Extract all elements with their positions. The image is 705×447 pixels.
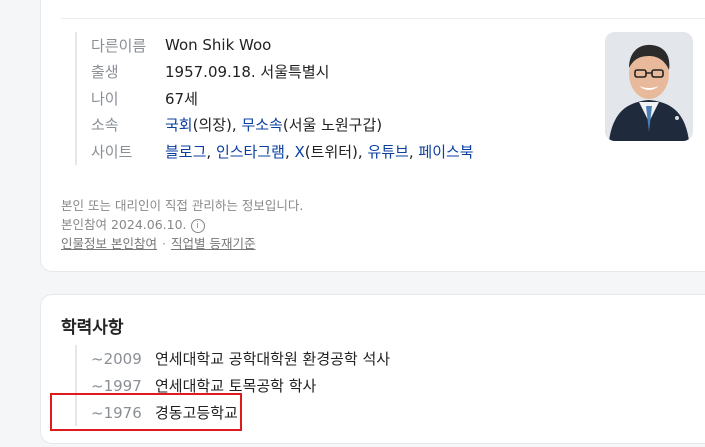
row-value: 1957.09.18. 서울특별시 bbox=[165, 63, 330, 82]
site-link-youtube[interactable]: 유튜브 bbox=[367, 143, 408, 161]
section-title: 학력사항 bbox=[61, 318, 124, 338]
note: 본인 또는 대리인이 직접 관리하는 정보입니다. 본인참여 2024.06.1… bbox=[61, 196, 303, 253]
row-label: 출생 bbox=[91, 63, 119, 82]
divider bbox=[61, 18, 705, 19]
profile-row: 출생 1957.09.18. 서울특별시 bbox=[91, 59, 474, 86]
row-value: Won Shik Woo bbox=[165, 36, 272, 55]
profile-row: 다른이름 Won Shik Woo bbox=[91, 32, 474, 59]
site-link-facebook[interactable]: 페이스북 bbox=[418, 143, 473, 161]
separator: , bbox=[206, 142, 216, 161]
list-item: ~2009 연세대학교 공학대학원 환경공학 석사 bbox=[77, 345, 390, 372]
note-line: 본인참여 2024.06.10. i bbox=[61, 215, 303, 234]
affiliation-row: 소속 국회(의장), 무소속(서울 노원구갑) bbox=[91, 112, 474, 139]
sites-row: 사이트 블로그, 인스타그램, X(트위터), 유튜브, 페이스북 bbox=[91, 138, 474, 165]
education-year: ~1997 bbox=[91, 376, 142, 395]
profile-photo[interactable] bbox=[605, 32, 693, 141]
site-link-blog[interactable]: 블로그 bbox=[165, 143, 206, 161]
profile-card: 다른이름 Won Shik Woo 출생 1957.09.18. 서울특별시 나… bbox=[40, 0, 705, 272]
row-label: 소속 bbox=[91, 116, 119, 135]
affiliation-link-party[interactable]: 무소속 bbox=[241, 116, 282, 134]
self-participation-date: 본인참여 2024.06.10. bbox=[61, 217, 187, 232]
row-label: 나이 bbox=[91, 89, 119, 108]
row-value: 67세 bbox=[165, 89, 198, 108]
note-links: 인물정보 본인참여 · 직업별 등재기준 bbox=[61, 234, 303, 253]
row-label: 다른이름 bbox=[91, 36, 147, 55]
info-icon[interactable]: i bbox=[190, 218, 205, 233]
site-link-instagram[interactable]: 인스타그램 bbox=[216, 143, 285, 161]
highlight-box bbox=[50, 393, 242, 431]
profile-participation-link[interactable]: 인물정보 본인참여 bbox=[61, 236, 157, 251]
row-label: 사이트 bbox=[91, 142, 133, 161]
separator: , bbox=[284, 142, 295, 161]
separator: , bbox=[408, 142, 419, 161]
affiliation-text: (서울 노원구갑) bbox=[282, 116, 383, 135]
education-year: ~2009 bbox=[91, 349, 142, 368]
note-line: 본인 또는 대리인이 직접 관리하는 정보입니다. bbox=[61, 198, 304, 213]
profile-info: 다른이름 Won Shik Woo 출생 1957.09.18. 서울특별시 나… bbox=[75, 32, 474, 165]
profile-row: 나이 67세 bbox=[91, 85, 474, 112]
affiliation-link-assembly[interactable]: 국회 bbox=[165, 116, 193, 134]
listing-criteria-link[interactable]: 직업별 등재기준 bbox=[171, 236, 255, 251]
education-school: 연세대학교 공학대학원 환경공학 석사 bbox=[155, 350, 391, 368]
dot-separator: · bbox=[161, 236, 166, 251]
affiliation-text: (의장), bbox=[192, 116, 242, 135]
site-link-x[interactable]: X bbox=[295, 143, 305, 161]
x-suffix: (트위터) bbox=[304, 142, 358, 161]
